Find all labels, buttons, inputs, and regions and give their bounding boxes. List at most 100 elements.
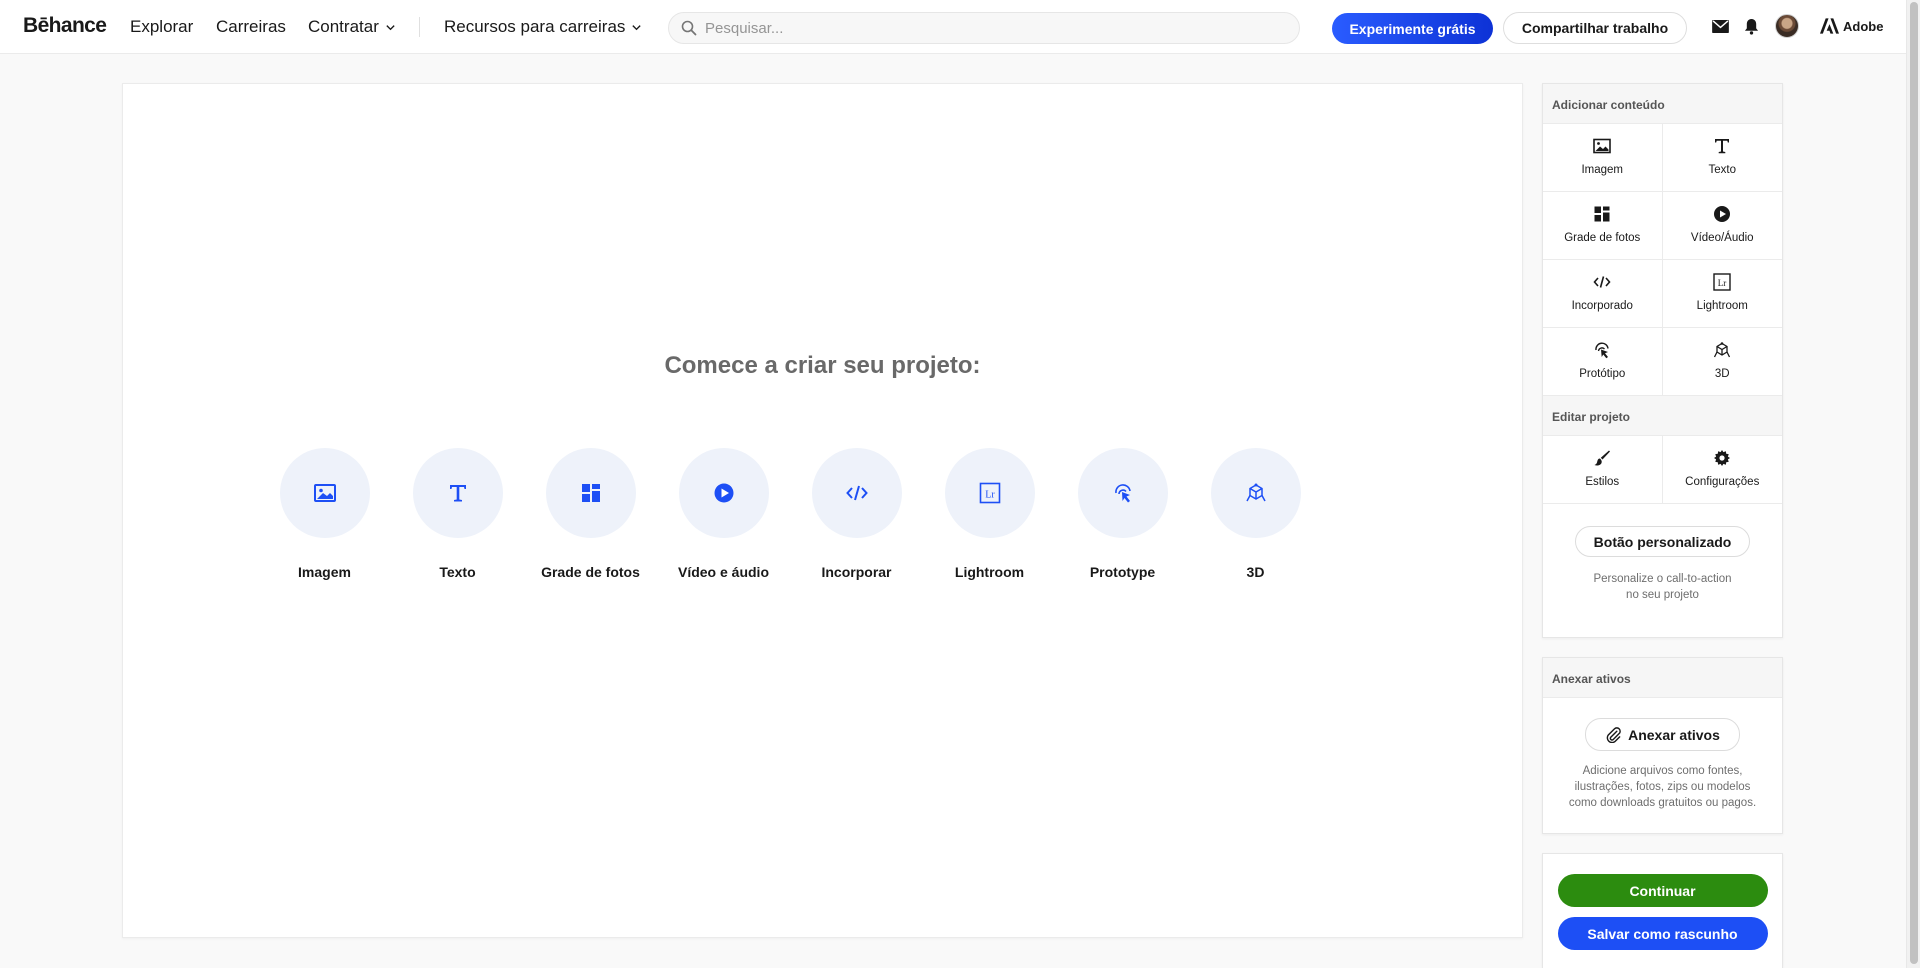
bell-icon[interactable] xyxy=(1742,17,1760,35)
share-work-button[interactable]: Compartilhar trabalho xyxy=(1503,12,1687,44)
add-photo-grid-tile[interactable]: Grade de fotos xyxy=(1543,192,1663,260)
add-text-tile[interactable]: Texto xyxy=(1662,124,1782,192)
create-item-label: Incorporar xyxy=(821,564,892,580)
create-item-circle xyxy=(1077,448,1168,538)
nav-link-recursos[interactable]: Recursos para carreiras xyxy=(444,17,642,37)
add-image-tile[interactable]: Imagem xyxy=(1543,124,1663,192)
tile-label: 3D xyxy=(1714,368,1730,380)
mail-icon[interactable] xyxy=(1711,17,1729,35)
tile-label: Texto xyxy=(1708,164,1737,176)
add-3d-tile[interactable]: 3D xyxy=(1662,328,1782,396)
create-photo-grid-button[interactable]: Grade de fotos xyxy=(524,448,657,580)
create-item-circle xyxy=(412,448,503,538)
create-item-label: Prototype xyxy=(1089,564,1156,580)
settings-tile[interactable]: Configurações xyxy=(1662,436,1782,504)
help-line: Personalize o call-to-action xyxy=(1593,573,1732,585)
add-video-audio-tile[interactable]: Vídeo/Áudio xyxy=(1662,192,1782,260)
tile-label: Vídeo/Áudio xyxy=(1690,232,1754,244)
svg-text:Lr: Lr xyxy=(985,490,995,501)
attach-assets-heading: Anexar ativos xyxy=(1543,658,1782,698)
tile-label: Estilos xyxy=(1585,476,1620,488)
prototype-icon xyxy=(1114,484,1131,503)
try-free-button[interactable]: Experimente grátis xyxy=(1332,13,1493,44)
nav-link-contratar[interactable]: Contratar xyxy=(308,17,396,37)
create-item-circle xyxy=(545,448,636,538)
tile-label: Grade de fotos xyxy=(1564,232,1641,244)
chevron-down-icon xyxy=(632,24,642,30)
project-canvas[interactable]: Comece a criar seu projeto: Imagem Texto… xyxy=(122,83,1523,938)
add-embed-tile[interactable]: Incorporado xyxy=(1543,260,1663,328)
create-prototype-button[interactable]: Prototype xyxy=(1056,448,1189,580)
create-video-audio-button[interactable]: Vídeo e áudio xyxy=(657,448,790,580)
create-embed-button[interactable]: Incorporar xyxy=(790,448,923,580)
photo-grid-icon xyxy=(581,484,600,502)
scrollbar-thumb[interactable] xyxy=(1910,2,1918,964)
create-item-label: Lightroom xyxy=(954,564,1025,580)
create-item-label: Imagem xyxy=(298,564,351,580)
create-3d-button[interactable]: 3D xyxy=(1189,448,1322,580)
tile-label: Lightroom xyxy=(1696,300,1748,312)
help-line: no seu projeto xyxy=(1626,589,1699,601)
create-item-circle xyxy=(279,448,370,538)
edit-project-grid: Estilos Configurações xyxy=(1543,436,1782,504)
nav-link-carreiras[interactable]: Carreiras xyxy=(216,17,286,37)
brush-icon xyxy=(1594,450,1611,466)
nav-link-label: Recursos para carreiras xyxy=(444,17,626,36)
help-line: Adicione arquivos como fontes, xyxy=(1582,765,1743,777)
nav-link-label: Contratar xyxy=(308,17,379,36)
chevron-down-icon xyxy=(386,24,395,30)
create-item-label: Grade de fotos xyxy=(541,564,640,580)
attach-assets-help: Adicione arquivos como fontes, ilustraçõ… xyxy=(1543,763,1782,811)
create-text-button[interactable]: Texto xyxy=(391,448,524,580)
lightroom-icon: Lr xyxy=(1713,273,1731,291)
nav-link-label: Explorar xyxy=(130,17,194,36)
play-icon xyxy=(1714,206,1731,222)
tile-label: Protótipo xyxy=(1579,368,1626,380)
image-icon xyxy=(1593,138,1612,154)
add-prototype-tile[interactable]: Protótipo xyxy=(1543,328,1663,396)
paperclip-icon xyxy=(1606,727,1621,743)
create-item-label: 3D xyxy=(1246,564,1265,580)
text-icon xyxy=(449,485,466,502)
text-icon xyxy=(1715,139,1730,154)
create-lightroom-button[interactable]: Lr Lightroom xyxy=(923,448,1056,580)
save-draft-button[interactable]: Salvar como rascunho xyxy=(1557,917,1768,950)
create-item-label: Texto xyxy=(439,564,476,580)
create-item-label: Vídeo e áudio xyxy=(677,564,769,580)
styles-tile[interactable]: Estilos xyxy=(1543,436,1663,504)
image-icon xyxy=(313,484,336,502)
play-icon xyxy=(714,483,733,503)
create-image-button[interactable]: Imagem xyxy=(258,448,391,580)
tile-label: Imagem xyxy=(1581,164,1624,176)
gear-icon xyxy=(1714,450,1731,466)
photo-grid-icon xyxy=(1594,206,1610,222)
attach-assets-panel: Anexar ativos Anexar ativos Adicione arq… xyxy=(1542,657,1783,834)
user-avatar[interactable] xyxy=(1775,14,1799,38)
prototype-icon xyxy=(1595,342,1609,359)
nav-divider xyxy=(419,17,420,37)
create-item-circle xyxy=(1210,448,1301,538)
search-input[interactable] xyxy=(705,19,1265,37)
project-actions-panel: Continuar Salvar como rascunho xyxy=(1542,853,1783,968)
add-content-heading: Adicionar conteúdo xyxy=(1543,84,1782,124)
create-item-circle xyxy=(678,448,769,538)
cube-icon xyxy=(1245,483,1266,502)
create-item-circle xyxy=(811,448,902,538)
nav-link-explorar[interactable]: Explorar xyxy=(130,17,193,37)
cube-icon xyxy=(1714,342,1731,358)
adobe-link[interactable]: Adobe xyxy=(1820,18,1883,34)
attach-assets-button[interactable]: Anexar ativos xyxy=(1585,718,1740,751)
help-line: ilustrações, fotos, zips ou modelos xyxy=(1574,781,1751,793)
page-scrollbar[interactable] xyxy=(1906,0,1920,968)
search-bar[interactable] xyxy=(668,12,1300,44)
continue-button[interactable]: Continuar xyxy=(1557,874,1768,907)
nav-link-label: Carreiras xyxy=(216,17,286,36)
add-lightroom-tile[interactable]: Lr Lightroom xyxy=(1662,260,1782,328)
top-navigation: Bēhance Explorar Carreiras Contratar Rec… xyxy=(0,0,1906,54)
custom-button-help: Personalize o call-to-action no seu proj… xyxy=(1543,571,1782,603)
custom-button-button[interactable]: Botão personalizado xyxy=(1575,526,1750,557)
create-item-circle: Lr xyxy=(944,448,1035,538)
tile-label: Incorporado xyxy=(1571,300,1633,312)
behance-logo[interactable]: Bēhance xyxy=(23,14,107,38)
edit-project-heading: Editar projeto xyxy=(1543,396,1782,436)
